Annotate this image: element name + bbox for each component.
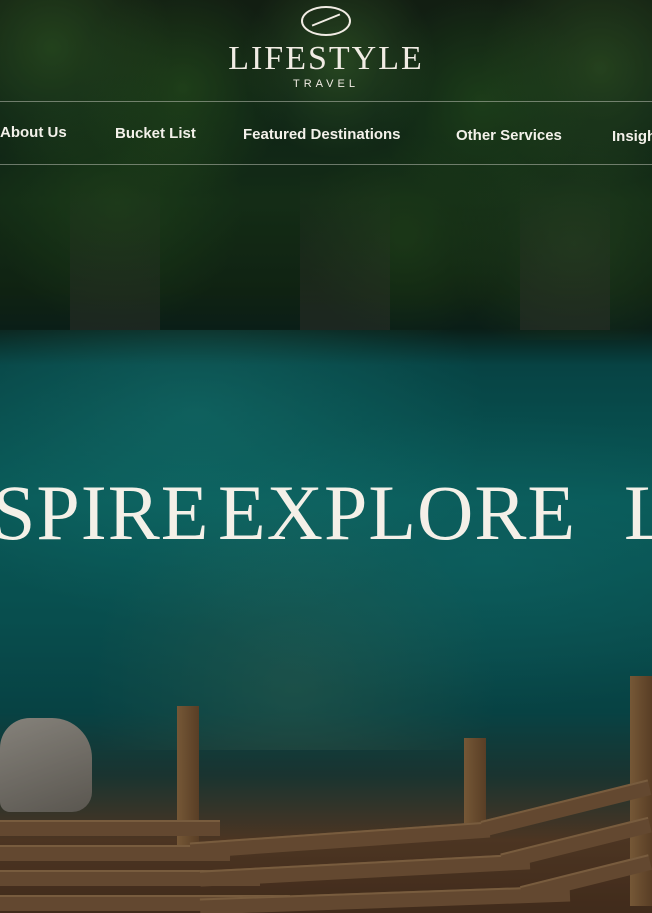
nav-item-about-us[interactable]: About Us [0, 124, 67, 141]
logo-emblem-icon [301, 6, 351, 36]
nav-item-insights[interactable]: Insigh [612, 128, 652, 145]
main-nav: About Us Bucket List Featured Destinatio… [0, 102, 652, 164]
nav-item-featured-destinations[interactable]: Featured Destinations [243, 126, 401, 143]
hero-tagline: SPIRE EXPLORE L [0, 468, 652, 568]
tagline-word-inspire: SPIRE [0, 469, 210, 556]
tagline-word-explore: EXPLORE [218, 469, 576, 556]
nav-item-other-services[interactable]: Other Services [456, 127, 562, 144]
logo-title: LIFESTYLE [228, 40, 424, 77]
logo-subtitle: TRAVEL [293, 78, 359, 90]
nav-divider-bottom [0, 164, 652, 165]
nav-item-bucket-list[interactable]: Bucket List [115, 125, 196, 142]
site-logo[interactable]: LIFESTYLE TRAVEL [0, 6, 652, 90]
tagline-word-live: L [624, 469, 652, 556]
